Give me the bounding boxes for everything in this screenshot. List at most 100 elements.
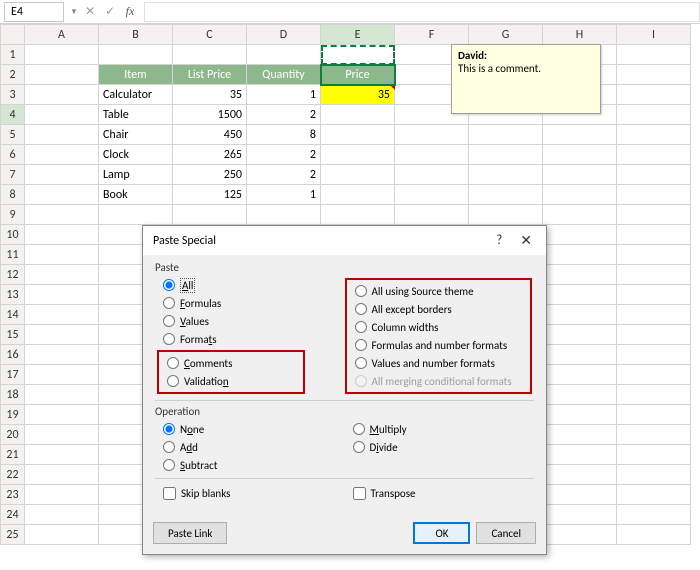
row-header-10[interactable]: 10	[1, 225, 25, 245]
cell-I4[interactable]	[617, 105, 691, 125]
cell-I9[interactable]	[617, 205, 691, 225]
cell-B1[interactable]	[99, 45, 173, 65]
cell-H25[interactable]	[543, 525, 617, 545]
cell-F7[interactable]	[395, 165, 469, 185]
cell-I10[interactable]	[617, 225, 691, 245]
row-header-18[interactable]: 18	[1, 385, 25, 405]
row-header-11[interactable]: 11	[1, 245, 25, 265]
col-header-G[interactable]: G	[469, 25, 543, 45]
radio-validation[interactable]: Validation	[159, 372, 303, 390]
cell-B5[interactable]: Chair	[99, 125, 173, 145]
cell-B4[interactable]: Table	[99, 105, 173, 125]
cell-A23[interactable]	[25, 485, 99, 505]
cell-A13[interactable]	[25, 285, 99, 305]
radio-all[interactable]: All	[155, 276, 345, 294]
cell-A22[interactable]	[25, 465, 99, 485]
radio-formulas-number[interactable]: Formulas and number formats	[347, 336, 531, 354]
cell-A1[interactable]	[25, 45, 99, 65]
cell-H9[interactable]	[543, 205, 617, 225]
radio-values[interactable]: Values	[155, 312, 345, 330]
row-header-9[interactable]: 9	[1, 205, 25, 225]
cell-I6[interactable]	[617, 145, 691, 165]
dialog-titlebar[interactable]: Paste Special ? ✕	[143, 226, 546, 255]
cell-D5[interactable]: 8	[247, 125, 321, 145]
cell-A17[interactable]	[25, 365, 99, 385]
cell-A18[interactable]	[25, 385, 99, 405]
cell-I25[interactable]	[617, 525, 691, 545]
cell-A8[interactable]	[25, 185, 99, 205]
cell-I21[interactable]	[617, 445, 691, 465]
cell-I14[interactable]	[617, 305, 691, 325]
cell-A10[interactable]	[25, 225, 99, 245]
radio-values-number[interactable]: Values and number formats	[347, 354, 531, 372]
col-header-C[interactable]: C	[173, 25, 247, 45]
cell-F5[interactable]	[395, 125, 469, 145]
name-box-dropdown-icon[interactable]: ▼	[68, 7, 80, 17]
cell-I19[interactable]	[617, 405, 691, 425]
cell-H7[interactable]	[543, 165, 617, 185]
cell-B6[interactable]: Clock	[99, 145, 173, 165]
cell-A20[interactable]	[25, 425, 99, 445]
cell-A4[interactable]	[25, 105, 99, 125]
cell-H15[interactable]	[543, 325, 617, 345]
radio-multiply[interactable]: Multiply	[345, 420, 535, 438]
row-header-12[interactable]: 12	[1, 265, 25, 285]
cell-H12[interactable]	[543, 265, 617, 285]
row-header-24[interactable]: 24	[1, 505, 25, 525]
radio-column-widths[interactable]: Column widths	[347, 318, 531, 336]
cell-C5[interactable]: 450	[173, 125, 247, 145]
cell-H8[interactable]	[543, 185, 617, 205]
cell-D7[interactable]: 2	[247, 165, 321, 185]
cell-F8[interactable]	[395, 185, 469, 205]
cell-I17[interactable]	[617, 365, 691, 385]
cancel-button[interactable]: Cancel	[476, 522, 536, 544]
col-header-A[interactable]: A	[25, 25, 99, 45]
check-transpose[interactable]: Transpose	[345, 487, 535, 500]
cell-C8[interactable]: 125	[173, 185, 247, 205]
row-header-6[interactable]: 6	[1, 145, 25, 165]
cell-A21[interactable]	[25, 445, 99, 465]
check-skip-blanks[interactable]: Skip blanks	[155, 487, 345, 500]
cell-I11[interactable]	[617, 245, 691, 265]
cell-H24[interactable]	[543, 505, 617, 525]
cell-A9[interactable]	[25, 205, 99, 225]
cell-H20[interactable]	[543, 425, 617, 445]
cell-D1[interactable]	[247, 45, 321, 65]
cell-B9[interactable]	[99, 205, 173, 225]
row-header-22[interactable]: 22	[1, 465, 25, 485]
cell-H21[interactable]	[543, 445, 617, 465]
cell-A16[interactable]	[25, 345, 99, 365]
cell-A7[interactable]	[25, 165, 99, 185]
cell-A24[interactable]	[25, 505, 99, 525]
cell-D9[interactable]	[247, 205, 321, 225]
radio-except-borders[interactable]: All except borders	[347, 300, 531, 318]
radio-comments[interactable]: Comments	[159, 354, 303, 372]
cell-I1[interactable]	[617, 45, 691, 65]
cell-A19[interactable]	[25, 405, 99, 425]
cell-B2[interactable]: Item	[99, 65, 173, 85]
cell-C9[interactable]	[173, 205, 247, 225]
cell-E8[interactable]	[321, 185, 395, 205]
cell-D6[interactable]: 2	[247, 145, 321, 165]
select-all-corner[interactable]	[1, 25, 25, 45]
cell-H19[interactable]	[543, 405, 617, 425]
cell-B3[interactable]: Calculator	[99, 85, 173, 105]
cell-G7[interactable]	[469, 165, 543, 185]
row-header-23[interactable]: 23	[1, 485, 25, 505]
cell-C1[interactable]	[173, 45, 247, 65]
radio-add[interactable]: Add	[155, 438, 345, 456]
formula-input[interactable]	[144, 2, 700, 22]
cell-H16[interactable]	[543, 345, 617, 365]
cell-E4[interactable]	[321, 105, 395, 125]
cell-G8[interactable]	[469, 185, 543, 205]
radio-subtract[interactable]: Subtract	[155, 456, 345, 474]
cell-I20[interactable]	[617, 425, 691, 445]
radio-divide[interactable]: Divide	[345, 438, 535, 456]
radio-formulas[interactable]: Formulas	[155, 294, 345, 312]
cell-I16[interactable]	[617, 345, 691, 365]
cell-I24[interactable]	[617, 505, 691, 525]
cell-H18[interactable]	[543, 385, 617, 405]
cell-E2[interactable]: Price	[321, 65, 395, 85]
cell-A3[interactable]	[25, 85, 99, 105]
col-header-I[interactable]: I	[617, 25, 691, 45]
